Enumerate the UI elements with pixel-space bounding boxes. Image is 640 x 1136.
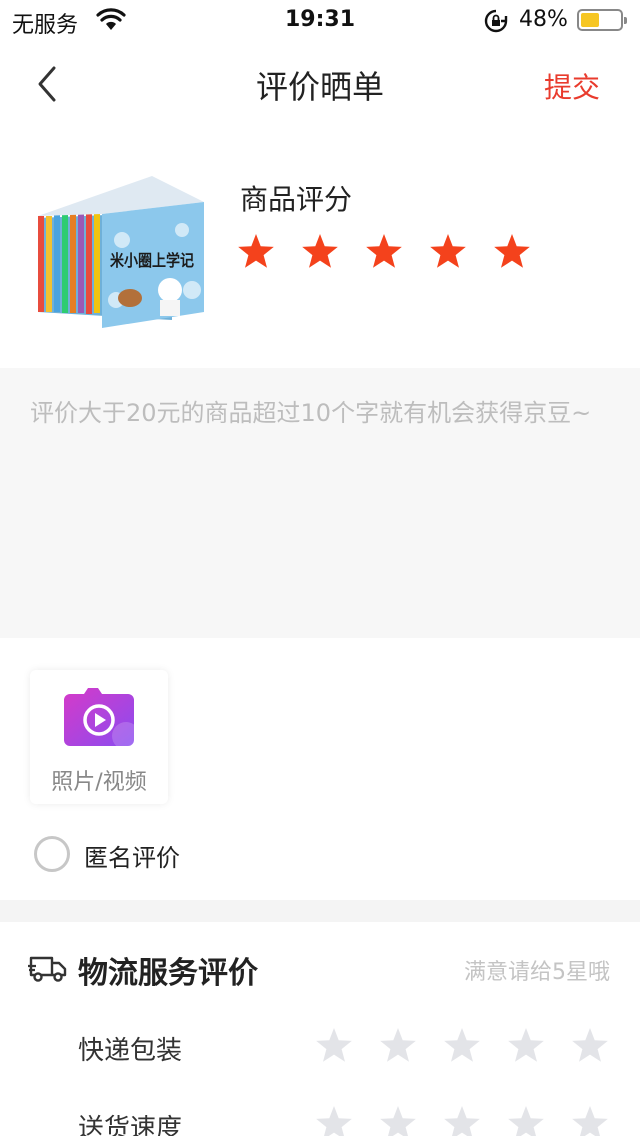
battery-nub — [624, 17, 627, 24]
truck-icon — [28, 954, 68, 982]
rating-row-packaging: 快递包装 — [0, 1024, 640, 1068]
star-empty-icon[interactable] — [378, 1026, 418, 1066]
comment-textarea[interactable]: 评价大于20元的商品超过10个字就有机会获得京豆~ — [0, 368, 640, 638]
star-filled-icon[interactable] — [364, 232, 404, 272]
star-filled-icon[interactable] — [236, 232, 276, 272]
rating-row-delivery-speed: 送货速度 — [0, 1102, 640, 1136]
star-empty-icon[interactable] — [442, 1104, 482, 1136]
upload-media-button[interactable]: 照片/视频 — [30, 670, 168, 804]
product-rating-section: 米小圈上学记 商品评分 — [0, 128, 640, 368]
star-empty-icon[interactable] — [442, 1026, 482, 1066]
star-empty-icon[interactable] — [314, 1026, 354, 1066]
upload-media-label: 照片/视频 — [51, 770, 147, 795]
rating-row-label: 快递包装 — [78, 1036, 183, 1066]
nav-bar: 评价晒单 提交 — [0, 40, 640, 128]
orientation-lock-icon — [484, 9, 508, 37]
anonymous-label: 匿名评价 — [84, 844, 180, 872]
comment-placeholder: 评价大于20元的商品超过10个字就有机会获得京豆~ — [30, 399, 592, 427]
battery-level — [581, 13, 599, 27]
star-empty-icon[interactable] — [506, 1104, 546, 1136]
star-empty-icon[interactable] — [314, 1104, 354, 1136]
camera-icon — [62, 686, 140, 750]
star-filled-icon[interactable] — [300, 232, 340, 272]
section-divider — [0, 900, 640, 922]
logistics-hint: 满意请给5星哦 — [464, 960, 610, 985]
rating-row-label: 送货速度 — [78, 1114, 183, 1136]
cover-title-text: 米小圈上学记 — [110, 251, 194, 270]
product-rating-label: 商品评分 — [240, 183, 353, 216]
logistics-rating-section: 物流服务评价 满意请给5星哦 快递包装 送货速度 — [0, 922, 640, 1136]
star-empty-icon[interactable] — [506, 1026, 546, 1066]
star-empty-icon[interactable] — [570, 1104, 610, 1136]
submit-button[interactable]: 提交 — [544, 66, 600, 106]
logistics-heading: 物流服务评价 — [78, 956, 258, 991]
product-thumbnail[interactable]: 米小圈上学记 — [32, 170, 212, 332]
status-bar: 无服务 19:31 48% — [0, 0, 640, 40]
battery-icon — [577, 9, 627, 31]
star-empty-icon[interactable] — [570, 1026, 610, 1066]
battery-percent: 48% — [519, 7, 568, 32]
star-filled-icon[interactable] — [492, 232, 532, 272]
star-filled-icon[interactable] — [428, 232, 468, 272]
anonymous-radio[interactable] — [34, 836, 70, 872]
star-empty-icon[interactable] — [378, 1104, 418, 1136]
media-section: 照片/视频 匿名评价 — [0, 638, 640, 900]
